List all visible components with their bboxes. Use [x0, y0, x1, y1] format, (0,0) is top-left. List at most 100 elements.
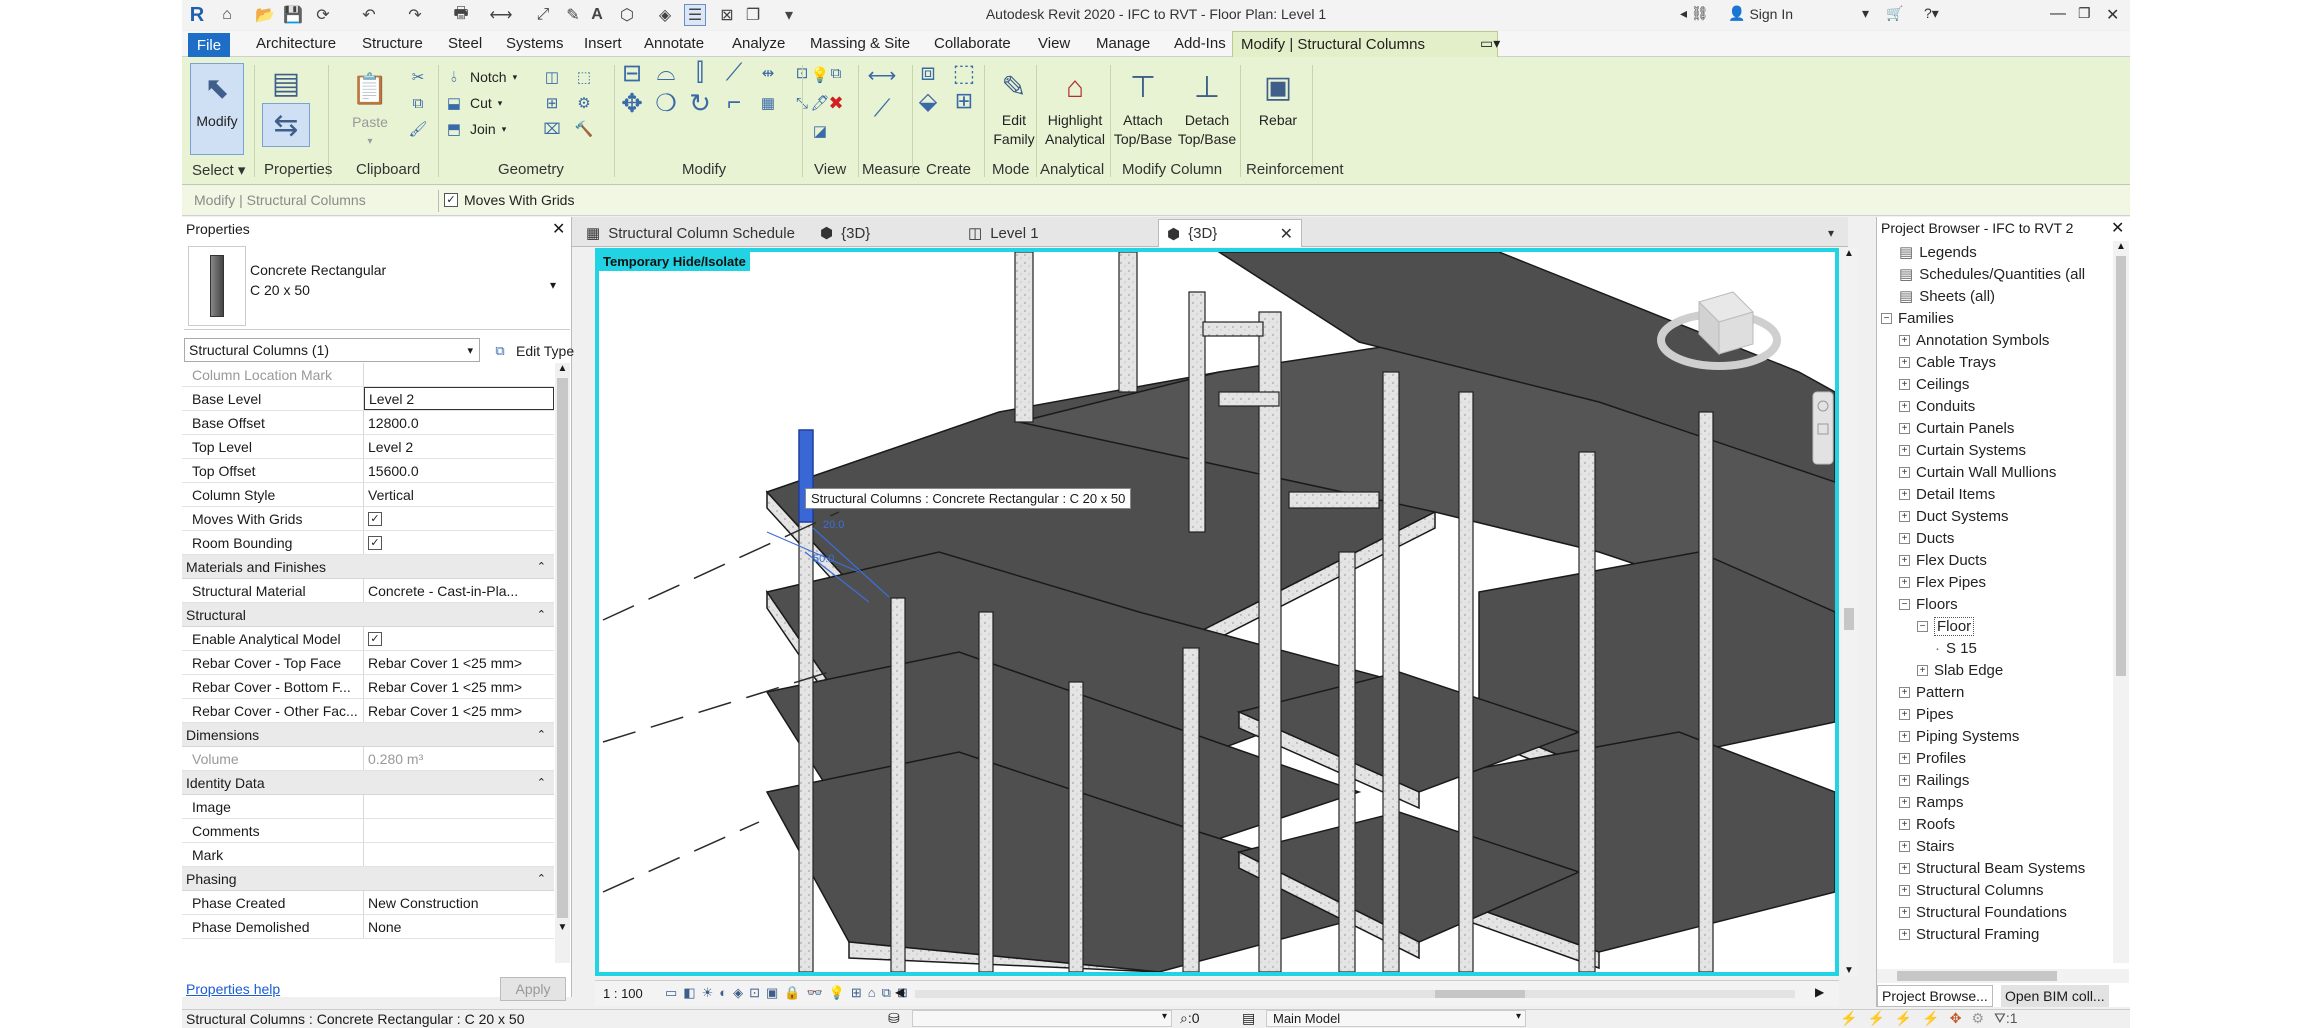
property-value[interactable]: Concrete - Cast-in-Pla... — [364, 579, 554, 602]
expand-node-icon[interactable]: + — [1899, 356, 1910, 368]
create-assembly-icon[interactable]: ⊞ — [954, 88, 974, 113]
select-by-face-icon[interactable]: ⚡ — [1922, 1010, 1939, 1027]
cut-clipboard-icon[interactable]: ✂ — [408, 67, 428, 87]
search-binoculars-icon[interactable]: ◂ ⛓ — [1680, 5, 1709, 22]
browser-tree-item[interactable]: + Structural Framing — [1877, 923, 2111, 945]
type-selector[interactable]: Concrete Rectangular C 20 x 50 ▾ — [184, 242, 570, 330]
properties-scrollbar[interactable]: ▲ ▼ — [555, 363, 570, 963]
browser-tree-item[interactable]: + Structural Foundations — [1877, 901, 2111, 923]
browser-tree-item[interactable]: · S 15 — [1877, 637, 2111, 659]
tab-structure[interactable]: Structure — [362, 35, 423, 52]
render-icon[interactable]: ◈ — [733, 985, 743, 1001]
sun-path-icon[interactable]: ☀ — [702, 985, 714, 1001]
browser-tree-item[interactable]: + Flex Pipes — [1877, 571, 2111, 593]
shadows-icon[interactable]: ◐ — [719, 985, 727, 1001]
background-processes-icon[interactable]: ⚙ — [1971, 1010, 1984, 1027]
cut-button[interactable]: ⬓ Cut ▾ — [444, 93, 517, 113]
tab-add-ins[interactable]: Add-Ins — [1174, 35, 1226, 52]
browser-tree-item[interactable]: + Ceilings — [1877, 373, 2111, 395]
align-icon[interactable]: ⊟ — [622, 60, 642, 87]
browser-tree-item[interactable]: + Curtain Systems — [1877, 439, 2111, 461]
tab-overflow-icon[interactable]: ▾ — [1820, 220, 1842, 246]
scroll-left-icon[interactable]: ◀ — [895, 985, 904, 999]
property-value[interactable]: Rebar Cover 1 <25 mm> — [364, 651, 554, 674]
browser-tree-item[interactable]: ▤ Schedules/Quantities (all — [1877, 263, 2111, 285]
rebar-button[interactable]: ▣ Rebar — [1250, 63, 1306, 130]
browser-tree-item[interactable]: + Detail Items — [1877, 483, 2111, 505]
expand-node-icon[interactable]: + — [1899, 510, 1910, 522]
collapse-node-icon[interactable]: − — [1917, 620, 1928, 632]
browser-tree-item[interactable]: + Annotation Symbols — [1877, 329, 2111, 351]
property-value[interactable]: ✓ — [364, 507, 554, 530]
crop-view-icon[interactable]: ⊡ — [749, 985, 760, 1001]
paste-button[interactable]: 📋 Paste ▾ — [342, 65, 398, 151]
apply-button[interactable]: Apply — [500, 977, 566, 1001]
temp-hide-icon[interactable]: 👓 — [807, 985, 823, 1001]
scroll-down-icon[interactable]: ▼ — [555, 922, 570, 933]
ribbon-display-toggle-icon[interactable]: ▭▾ — [1480, 35, 1500, 52]
close-properties-icon[interactable]: ✕ — [552, 219, 565, 239]
expand-node-icon[interactable]: + — [1899, 884, 1910, 896]
expand-node-icon[interactable]: + — [1899, 686, 1910, 698]
select-links-icon[interactable]: ⚡ — [1840, 1010, 1857, 1027]
wall-joins-icon[interactable]: ⬚ — [574, 67, 594, 87]
expand-node-icon[interactable]: + — [1899, 840, 1910, 852]
property-checkbox[interactable]: ✓ — [368, 631, 382, 646]
dropdown-arrow-icon[interactable]: ▾ — [1862, 5, 1869, 22]
browser-tree-item[interactable]: − Floor — [1877, 615, 2111, 637]
scroll-up-icon[interactable]: ▲ — [2113, 241, 2129, 252]
browser-tree-item[interactable]: + Duct Systems — [1877, 505, 2111, 527]
close-tab-icon[interactable]: ✕ — [1280, 224, 1293, 244]
properties-section-header[interactable]: Materials and Finishes ⌃ — [182, 555, 554, 579]
mirror-draw-icon[interactable]: ⟋ — [724, 59, 744, 86]
design-option-select[interactable]: Main Model ▾ — [1266, 1010, 1526, 1027]
tab-systems[interactable]: Systems — [506, 35, 564, 52]
help-icon[interactable]: ?▾ — [1924, 5, 1939, 22]
property-value[interactable]: 15600.0 — [364, 459, 554, 482]
expand-node-icon[interactable]: + — [1899, 400, 1910, 412]
expand-node-icon[interactable]: + — [1899, 774, 1910, 786]
split-element-icon[interactable]: ⇹ — [758, 63, 778, 83]
property-value[interactable]: Rebar Cover 1 <25 mm> — [364, 675, 554, 698]
copy-icon[interactable]: ❍ — [655, 90, 677, 117]
property-value[interactable]: New Construction — [364, 891, 554, 914]
tab-annotate[interactable]: Annotate — [644, 35, 704, 52]
mirror-axis-icon[interactable]: ⫿ — [690, 59, 710, 86]
browser-tree-item[interactable]: + Structural Columns — [1877, 879, 2111, 901]
workset-select[interactable]: ▾ — [912, 1010, 1172, 1027]
tab-manage[interactable]: Manage — [1096, 35, 1150, 52]
property-value[interactable] — [364, 819, 554, 842]
tab-insert[interactable]: Insert — [584, 35, 622, 52]
expand-node-icon[interactable]: + — [1899, 532, 1910, 544]
dimension-icon[interactable]: ⟋ — [872, 95, 892, 122]
expand-node-icon[interactable]: + — [1899, 752, 1910, 764]
lock-view-icon[interactable]: 🔒 — [784, 985, 800, 1001]
expand-node-icon[interactable]: + — [1899, 488, 1910, 500]
scroll-up-icon[interactable]: ▲ — [1841, 248, 1857, 259]
move-icon[interactable]: ✥ — [621, 88, 643, 118]
tab-view[interactable]: View — [1038, 35, 1070, 52]
measure-icon[interactable]: ⟷ — [868, 65, 897, 87]
property-checkbox[interactable]: ✓ — [368, 535, 382, 550]
properties-section-header[interactable]: Dimensions ⌃ — [182, 723, 554, 747]
paint-icon[interactable]: ⚙ — [574, 93, 594, 113]
tab-massing-site[interactable]: Massing & Site — [810, 35, 910, 52]
highlight-analytical-button[interactable]: ⌂ Highlight Analytical — [1040, 63, 1110, 149]
properties-section-header[interactable]: Identity Data ⌃ — [182, 771, 554, 795]
collapse-node-icon[interactable]: − — [1881, 312, 1892, 324]
notch-button[interactable]: ⫰ Notch ▾ — [444, 67, 517, 87]
browser-tree-item[interactable]: + Slab Edge — [1877, 659, 2111, 681]
edit-family-button[interactable]: ✎ Edit Family — [988, 63, 1040, 149]
property-value[interactable]: ✓ — [364, 531, 554, 554]
browser-tree-item[interactable]: + Ducts — [1877, 527, 2111, 549]
properties-button[interactable]: ▤ ⇆ — [262, 63, 312, 153]
reveal-hidden-icon[interactable]: 💡 — [829, 985, 845, 1001]
browser-tree-item[interactable]: ▤ Legends — [1877, 241, 2111, 263]
browser-scrollbar[interactable]: ▲ — [2113, 241, 2129, 963]
expand-node-icon[interactable]: + — [1899, 796, 1910, 808]
worksets-icon[interactable]: ⛁ — [888, 1010, 900, 1027]
scroll-up-icon[interactable]: ▲ — [555, 363, 570, 374]
tab-collaborate[interactable]: Collaborate — [934, 35, 1011, 52]
tab-structural-column-schedule[interactable]: ▦ Structural Column Schedule — [578, 220, 803, 246]
collapse-icon[interactable]: ⌃ — [537, 872, 546, 885]
